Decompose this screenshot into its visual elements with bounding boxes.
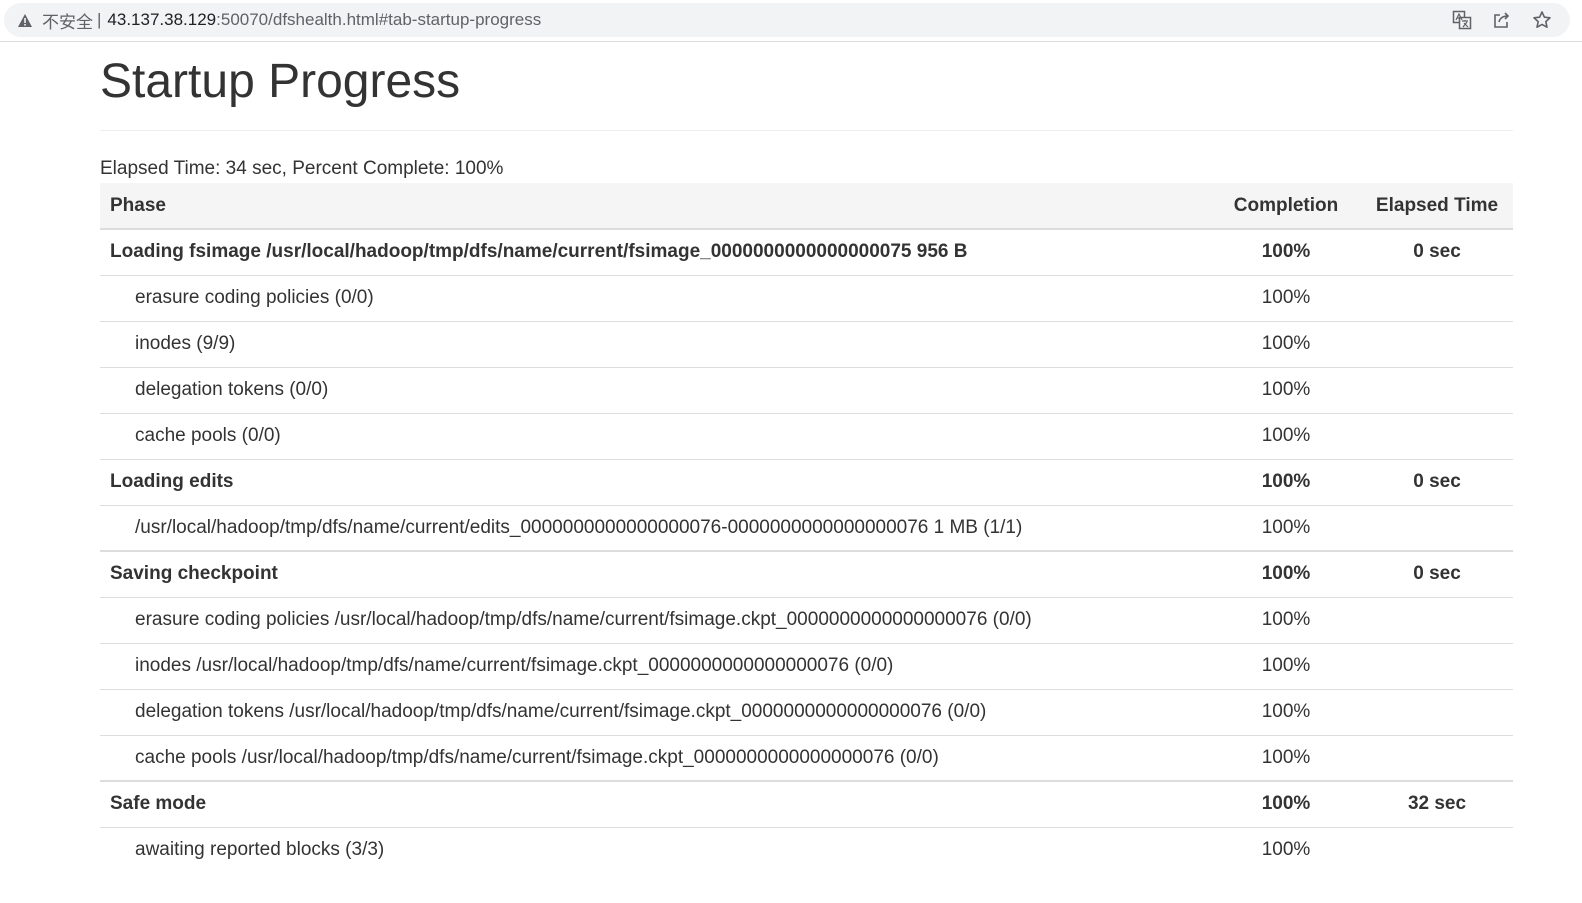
completion-value: 100% — [1211, 734, 1361, 781]
phase-name: Saving checkpoint — [100, 550, 1211, 597]
completion-value: 100% — [1211, 596, 1361, 643]
page-content: Startup Progress Elapsed Time: 34 sec, P… — [100, 42, 1513, 873]
completion-value: 100% — [1211, 366, 1361, 413]
phase-row: Loading fsimage /usr/local/hadoop/tmp/df… — [100, 228, 1513, 275]
step-row: cache pools (0/0) 100% — [100, 412, 1513, 459]
completion-value: 100% — [1211, 550, 1361, 597]
step-row: awaiting reported blocks (3/3) 100% — [100, 826, 1513, 873]
step-row: erasure coding policies /usr/local/hadoo… — [100, 596, 1513, 643]
step-row: delegation tokens /usr/local/hadoop/tmp/… — [100, 688, 1513, 735]
header-completion: Completion — [1211, 183, 1361, 230]
elapsed-time-value: 0 sec — [1361, 458, 1513, 505]
header-elapsed-time: Elapsed Time — [1361, 183, 1513, 230]
step-name: delegation tokens (0/0) — [100, 366, 1211, 413]
step-name: cache pools (0/0) — [100, 412, 1211, 459]
completion-value: 100% — [1211, 504, 1361, 551]
url-separator: | — [97, 10, 102, 29]
step-name: cache pools /usr/local/hadoop/tmp/dfs/na… — [100, 734, 1211, 781]
phase-row: Loading edits 100% 0 sec — [100, 458, 1513, 505]
step-row: /usr/local/hadoop/tmp/dfs/name/current/e… — [100, 504, 1513, 551]
startup-summary: Elapsed Time: 34 sec, Percent Complete: … — [100, 158, 504, 179]
elapsed-time-value — [1361, 596, 1513, 643]
phase-row: Safe mode 100% 32 sec — [100, 780, 1513, 827]
step-name: awaiting reported blocks (3/3) — [100, 826, 1211, 873]
elapsed-time-value: 0 sec — [1361, 550, 1513, 597]
step-row: inodes (9/9) 100% — [100, 320, 1513, 367]
insecure-label[interactable]: 不安全 — [42, 8, 93, 33]
elapsed-time-value — [1361, 274, 1513, 321]
phase-row: Saving checkpoint 100% 0 sec — [100, 550, 1513, 597]
step-name: erasure coding policies /usr/local/hadoo… — [100, 596, 1211, 643]
translate-icon[interactable] — [1452, 10, 1472, 30]
step-name: inodes /usr/local/hadoop/tmp/dfs/name/cu… — [100, 642, 1211, 689]
elapsed-time-value — [1361, 320, 1513, 367]
elapsed-time-value — [1361, 642, 1513, 689]
completion-value: 100% — [1211, 228, 1361, 275]
completion-value: 100% — [1211, 688, 1361, 735]
elapsed-time-value — [1361, 412, 1513, 459]
step-row: erasure coding policies (0/0) 100% — [100, 274, 1513, 321]
elapsed-time-value — [1361, 688, 1513, 735]
step-name: erasure coding policies (0/0) — [100, 274, 1211, 321]
completion-value: 100% — [1211, 642, 1361, 689]
elapsed-time-value: 0 sec — [1361, 228, 1513, 275]
header-phase: Phase — [100, 183, 1211, 230]
step-row: cache pools /usr/local/hadoop/tmp/dfs/na… — [100, 734, 1513, 781]
completion-value: 100% — [1211, 826, 1361, 873]
phase-name: Safe mode — [100, 780, 1211, 827]
url-path[interactable]: :50070/dfshealth.html#tab-startup-progre… — [216, 10, 541, 30]
elapsed-time-value — [1361, 734, 1513, 781]
completion-value: 100% — [1211, 320, 1361, 367]
elapsed-time-value — [1361, 366, 1513, 413]
page-title: Startup Progress — [100, 42, 1513, 131]
elapsed-time-value: 32 sec — [1361, 780, 1513, 827]
startup-progress-table: Phase Completion Elapsed Time Loading fs… — [100, 183, 1513, 873]
elapsed-time-value — [1361, 504, 1513, 551]
phase-name: Loading edits — [100, 458, 1211, 505]
step-name: inodes (9/9) — [100, 320, 1211, 367]
completion-value: 100% — [1211, 274, 1361, 321]
elapsed-time-value — [1361, 826, 1513, 873]
phase-name: Loading fsimage /usr/local/hadoop/tmp/df… — [100, 228, 1211, 275]
bookmark-star-icon[interactable] — [1532, 10, 1552, 30]
share-icon[interactable] — [1492, 10, 1512, 30]
step-row: delegation tokens (0/0) 100% — [100, 366, 1513, 413]
completion-value: 100% — [1211, 458, 1361, 505]
completion-value: 100% — [1211, 780, 1361, 827]
step-name: /usr/local/hadoop/tmp/dfs/name/current/e… — [100, 504, 1211, 551]
step-row: inodes /usr/local/hadoop/tmp/dfs/name/cu… — [100, 642, 1513, 689]
table-header-row: Phase Completion Elapsed Time — [100, 183, 1513, 230]
step-name: delegation tokens /usr/local/hadoop/tmp/… — [100, 688, 1211, 735]
url-host[interactable]: 43.137.38.129 — [107, 10, 216, 30]
browser-address-bar: 不安全 | 43.137.38.129 :50070/dfshealth.htm… — [0, 0, 1582, 42]
warning-icon[interactable] — [16, 11, 34, 29]
omnibox[interactable]: 不安全 | 43.137.38.129 :50070/dfshealth.htm… — [4, 3, 1570, 37]
completion-value: 100% — [1211, 412, 1361, 459]
